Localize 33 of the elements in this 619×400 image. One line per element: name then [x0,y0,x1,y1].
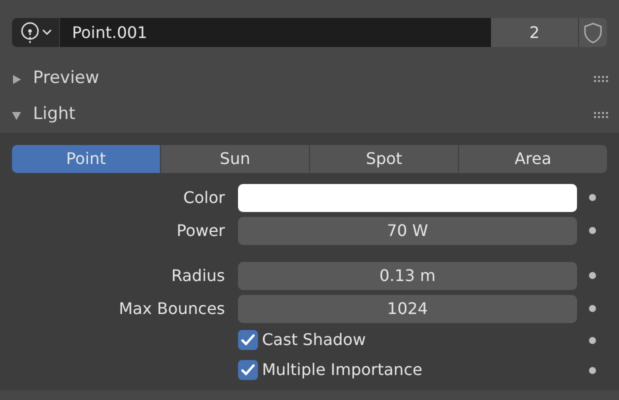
checkbox-option[interactable]: Cast Shadow [238,328,577,352]
checkbox[interactable] [238,330,258,350]
light-type-tab[interactable]: Spot [310,145,458,173]
field-label: Power [176,220,226,242]
triangle-down-icon [11,110,22,120]
number-field[interactable]: 70 W [238,216,577,244]
checkmark-icon [241,364,255,376]
light-type-tab[interactable]: Sun [161,145,309,173]
panel-header[interactable]: Light [0,97,619,133]
panel-header[interactable]: Preview [0,61,619,97]
panel-title: Preview [33,67,100,90]
field-label: Color [182,186,226,208]
point-light-icon [20,22,40,44]
checkbox[interactable] [238,360,258,380]
drag-handle-icon[interactable] [594,112,608,118]
shield-icon [583,22,603,44]
user-count-field[interactable]: 2 [491,18,578,47]
checkbox-option[interactable]: Multiple Importance [238,358,577,382]
name-field[interactable]: Point.001 [59,18,491,47]
number-field[interactable]: 0.13 m [238,262,577,290]
light-type-tab[interactable]: Area [459,145,607,173]
drag-handle-icon[interactable] [594,76,608,82]
number-field[interactable]: 1024 [238,294,577,322]
triangle-right-icon [11,74,22,84]
color-swatch[interactable] [238,184,577,212]
field-label: Max Bounces [118,298,226,320]
field-label: Radius [170,264,226,286]
chevron-down-icon [42,29,52,36]
light-type-dropdown[interactable] [12,18,59,47]
light-type-tab[interactable]: Point [12,145,160,173]
panel-title: Light [33,103,76,126]
checkmark-icon [241,334,255,346]
fake-user-button[interactable] [578,18,607,47]
